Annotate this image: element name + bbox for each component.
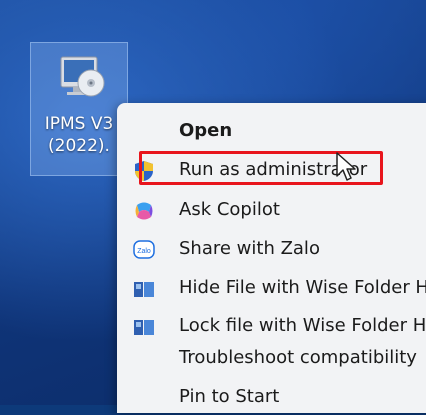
svg-text:Zalo: Zalo: [137, 248, 151, 255]
menu-item-label: Troubleshoot compatibility: [179, 347, 417, 368]
menu-item-label: Lock file with Wise Folder H: [179, 315, 426, 336]
menu-item-hide-file-wise-folder[interactable]: Hide File with Wise Folder H: [117, 270, 426, 306]
wise-folder-icon: [134, 320, 154, 335]
menu-item-ask-copilot[interactable]: Ask Copilot: [117, 192, 426, 228]
desktop-shortcut-ipms[interactable]: IPMS V3 (2022).: [30, 42, 128, 176]
menu-item-share-with-zalo[interactable]: Zalo Share with Zalo: [117, 231, 426, 267]
menu-item-label: Pin to Start: [179, 386, 280, 407]
menu-item-open[interactable]: Open: [117, 113, 426, 149]
menu-item-label: Ask Copilot: [179, 199, 280, 220]
wise-folder-icon: [134, 282, 154, 297]
zalo-icon: Zalo: [133, 240, 155, 259]
copilot-icon: [135, 202, 153, 220]
menu-item-pin-to-start[interactable]: Pin to Start: [117, 379, 426, 415]
menu-item-label: Hide File with Wise Folder H: [179, 277, 426, 298]
menu-item-label: Share with Zalo: [179, 238, 320, 259]
installer-disc-icon: [60, 56, 105, 97]
context-menu: Open Run as administrator Ask Copilot Za…: [117, 103, 426, 413]
desktop-shortcut-label: IPMS V3 (2022).: [44, 114, 114, 156]
menu-item-lock-file-wise-folder[interactable]: Lock file with Wise Folder H: [117, 308, 426, 344]
mouse-cursor-icon: [336, 152, 356, 181]
menu-item-label: Open: [179, 120, 233, 141]
menu-item-troubleshoot-compatibility[interactable]: Troubleshoot compatibility: [117, 340, 426, 376]
